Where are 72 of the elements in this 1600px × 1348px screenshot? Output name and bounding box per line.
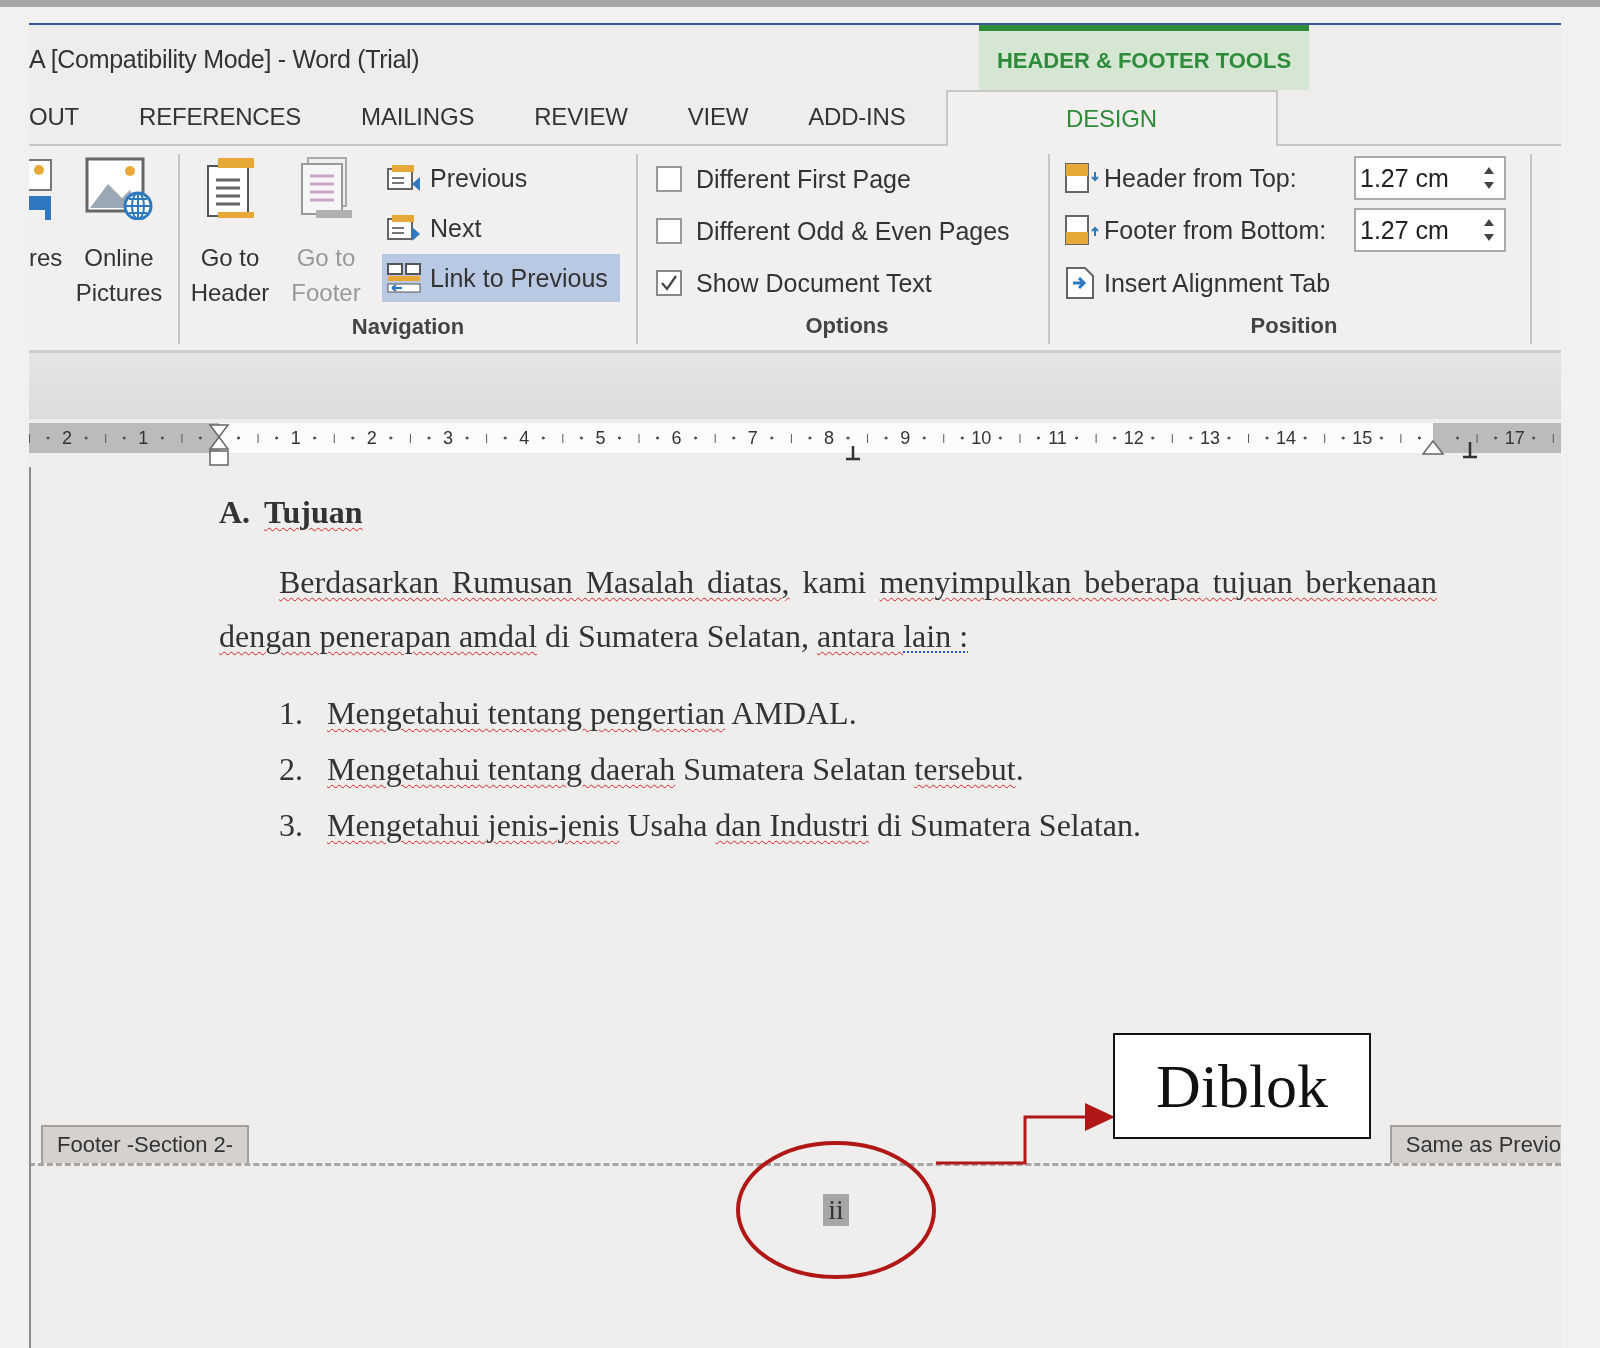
ruler-number: 6 (671, 427, 682, 449)
page-number: ii (823, 1194, 849, 1226)
ribbon-tab[interactable]: VIEW (687, 90, 749, 144)
online-picture-icon (84, 156, 154, 220)
spinner-field[interactable]: 1.27 cm (1354, 208, 1506, 252)
ruler-number: 5 (595, 427, 606, 449)
next-section-icon (386, 213, 422, 243)
ruler-number: 10 (971, 427, 992, 449)
ruler-number: 9 (900, 427, 911, 449)
footer-section-label: Footer -Section 2- (41, 1125, 250, 1163)
header-position-icon (1064, 162, 1100, 194)
ruler-number: 17 (1504, 427, 1525, 449)
group-label: Options (805, 313, 889, 339)
list-item-text: Mengetahui tentang daerah Sumatera Selatan tersebut. (327, 750, 1024, 788)
contextual-tab-label: HEADER & FOOTER TOOLS (979, 25, 1309, 90)
previous-section-icon (386, 163, 422, 193)
ruler-number: 2 (366, 427, 377, 449)
ruler-number: 7 (747, 427, 758, 449)
footer-position-icon (1064, 214, 1100, 246)
page-footer-icon (298, 156, 354, 220)
ribbon-button[interactable]: Previous (382, 154, 620, 202)
checkbox-label: Different Odd & Even Pages (696, 216, 1010, 246)
window-title: A [Compatibility Mode] - Word (Trial) (29, 44, 421, 74)
group-label: Position (1250, 313, 1338, 339)
checkbox[interactable] (656, 166, 682, 192)
ruler-number: 8 (823, 427, 834, 449)
callout-label: Diblok (1113, 1033, 1371, 1139)
link-sections-icon (386, 262, 422, 294)
ribbon-button[interactable]: Online Pictures (75, 154, 163, 310)
indent-marker-icon (208, 423, 230, 469)
ribbon-tab[interactable]: REVIEW (534, 90, 628, 144)
group-label: Navigation (351, 314, 465, 340)
ribbon-tab[interactable]: DESIGN (945, 90, 1278, 146)
ruler-number: 2 (62, 427, 73, 449)
ribbon-tab[interactable]: ADD-INS (808, 90, 906, 144)
list-number: 3. (279, 806, 304, 844)
ruler-number: 13 (1199, 427, 1220, 449)
alignment-tab-icon (1064, 266, 1096, 300)
same-as-previous-label: Same as Previo (1389, 1125, 1561, 1163)
list-number: 2. (279, 750, 304, 788)
list-item-text: Mengetahui tentang pengertian AMDAL. (327, 694, 857, 732)
ruler-number: 1 (290, 427, 301, 449)
right-indent-icon (1422, 439, 1444, 455)
ribbon-tab[interactable]: MAILINGS (361, 90, 475, 144)
checkbox-label: Show Document Text (696, 268, 932, 298)
position-label: Footer from Bottom: (1104, 215, 1328, 245)
ribbon-button[interactable]: Next (382, 204, 620, 252)
ruler-number: 4 (519, 427, 530, 449)
heading-text: Tujuan (264, 493, 363, 531)
body-paragraph: Berdasarkan Rumusan Masalah diatas, kami menyimpulkan beberapa tujuan berkenaan dengan penerapan amdal di Sumatera Selatan, antara lain : (219, 563, 1437, 656)
tab-stop-icon (845, 445, 861, 461)
ribbon-tab[interactable]: REFERENCES (139, 90, 302, 144)
checkbox[interactable] (656, 270, 682, 296)
heading-number: A. (219, 493, 251, 531)
tab-stop-icon (1462, 441, 1478, 459)
ruler-number: 3 (443, 427, 454, 449)
list-item-text: Mengetahui jenis-jenis Usaha dan Industri di Sumatera Selatan. (327, 806, 1141, 844)
list-number: 1. (279, 694, 304, 732)
ribbon-button[interactable]: Go to Header (186, 154, 274, 310)
ruler-number: 12 (1123, 427, 1144, 449)
position-label: Header from Top: (1104, 163, 1298, 193)
ruler-number: 14 (1276, 427, 1297, 449)
checkbox-label: Different First Page (696, 164, 911, 194)
ruler-number: 11 (1048, 427, 1067, 449)
ribbon-button[interactable]: Link to Previous (382, 254, 620, 302)
ribbon-tab[interactable]: OUT (29, 90, 80, 144)
spinner-field[interactable]: 1.27 cm (1354, 156, 1506, 200)
ruler-number: 1 (138, 427, 149, 449)
checkbox[interactable] (656, 218, 682, 244)
ribbon-button[interactable]: res (29, 154, 67, 275)
ribbon-button[interactable]: Insert Alignment Tab (1064, 258, 1506, 308)
ruler-number: 15 (1352, 427, 1373, 449)
